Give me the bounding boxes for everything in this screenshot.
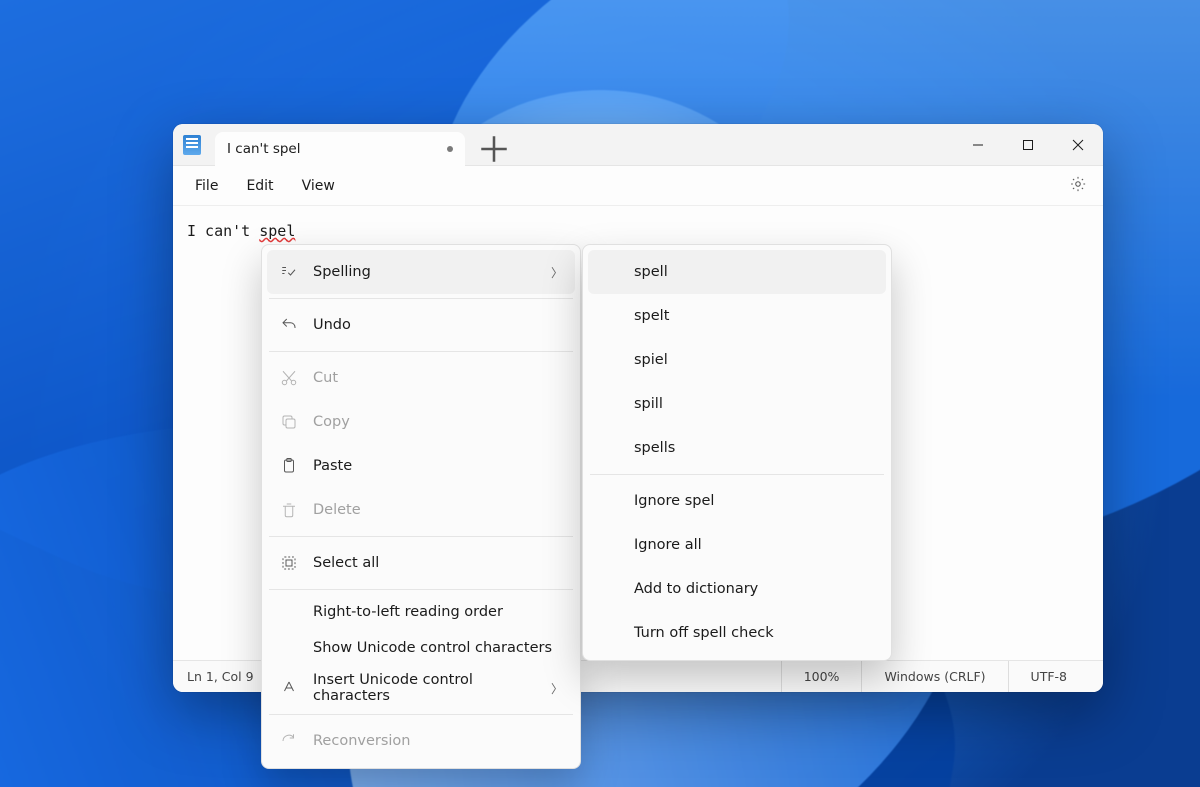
chevron-right-icon: 〉 <box>551 680 563 697</box>
undo-icon <box>279 316 299 334</box>
ctx-paste[interactable]: Paste <box>267 444 575 488</box>
reconversion-icon <box>279 732 299 750</box>
separator <box>590 474 884 475</box>
ctx-cut: Cut <box>267 356 575 400</box>
minimize-button[interactable] <box>953 124 1003 165</box>
gear-icon <box>1069 175 1087 193</box>
ctx-reconversion: Reconversion <box>267 719 575 763</box>
unsaved-indicator-icon <box>447 146 453 152</box>
menu-file[interactable]: File <box>183 172 230 200</box>
cut-icon <box>279 369 299 387</box>
spelling-icon <box>279 263 299 281</box>
insert-icon <box>279 679 299 697</box>
status-encoding[interactable]: UTF-8 <box>1008 661 1089 692</box>
misspelled-word: spel <box>259 222 295 240</box>
select-all-icon <box>279 554 299 572</box>
spelling-submenu: spell spelt spiel spill spells Ignore sp… <box>582 244 892 661</box>
menubar: File Edit View <box>173 166 1103 206</box>
suggestion-item[interactable]: spell <box>588 250 886 294</box>
maximize-button[interactable] <box>1003 124 1053 165</box>
status-line-ending[interactable]: Windows (CRLF) <box>861 661 1007 692</box>
ctx-select-all[interactable]: Select all <box>267 541 575 585</box>
ctx-spelling[interactable]: Spelling 〉 <box>267 250 575 294</box>
separator <box>269 298 573 299</box>
editor-text-prefix: I can't <box>187 222 259 240</box>
suggestion-item[interactable]: spelt <box>588 294 886 338</box>
window-controls <box>953 124 1103 165</box>
context-menu: Spelling 〉 Undo Cut Copy Paste Delete <box>261 244 581 769</box>
paste-icon <box>279 457 299 475</box>
suggestion-item[interactable]: spill <box>588 382 886 426</box>
separator <box>269 589 573 590</box>
ignore-once[interactable]: Ignore spel <box>588 479 886 523</box>
close-button[interactable] <box>1053 124 1103 165</box>
menu-view[interactable]: View <box>290 172 347 200</box>
new-tab-button[interactable] <box>477 132 511 166</box>
settings-button[interactable] <box>1063 169 1093 203</box>
status-zoom[interactable]: 100% <box>781 661 862 692</box>
status-cursor-position: Ln 1, Col 9 <box>187 669 254 684</box>
separator <box>269 351 573 352</box>
document-tab[interactable]: I can't spel <box>215 132 465 166</box>
separator <box>269 714 573 715</box>
delete-icon <box>279 501 299 519</box>
ignore-all[interactable]: Ignore all <box>588 523 886 567</box>
copy-icon <box>279 413 299 431</box>
suggestion-item[interactable]: spells <box>588 426 886 470</box>
chevron-right-icon: 〉 <box>551 264 563 281</box>
ctx-insert-unicode[interactable]: Insert Unicode control characters 〉 <box>267 666 575 710</box>
turn-off-spellcheck[interactable]: Turn off spell check <box>588 611 886 655</box>
notepad-app-icon <box>183 135 201 155</box>
add-to-dictionary[interactable]: Add to dictionary <box>588 567 886 611</box>
ctx-delete: Delete <box>267 488 575 532</box>
ctx-show-unicode[interactable]: Show Unicode control characters <box>267 630 575 666</box>
ctx-copy: Copy <box>267 400 575 444</box>
ctx-rtl-reading[interactable]: Right-to-left reading order <box>267 594 575 630</box>
tab-title: I can't spel <box>227 141 300 157</box>
titlebar: I can't spel <box>173 124 1103 166</box>
separator <box>269 536 573 537</box>
menu-edit[interactable]: Edit <box>234 172 285 200</box>
ctx-undo[interactable]: Undo <box>267 303 575 347</box>
suggestion-item[interactable]: spiel <box>588 338 886 382</box>
